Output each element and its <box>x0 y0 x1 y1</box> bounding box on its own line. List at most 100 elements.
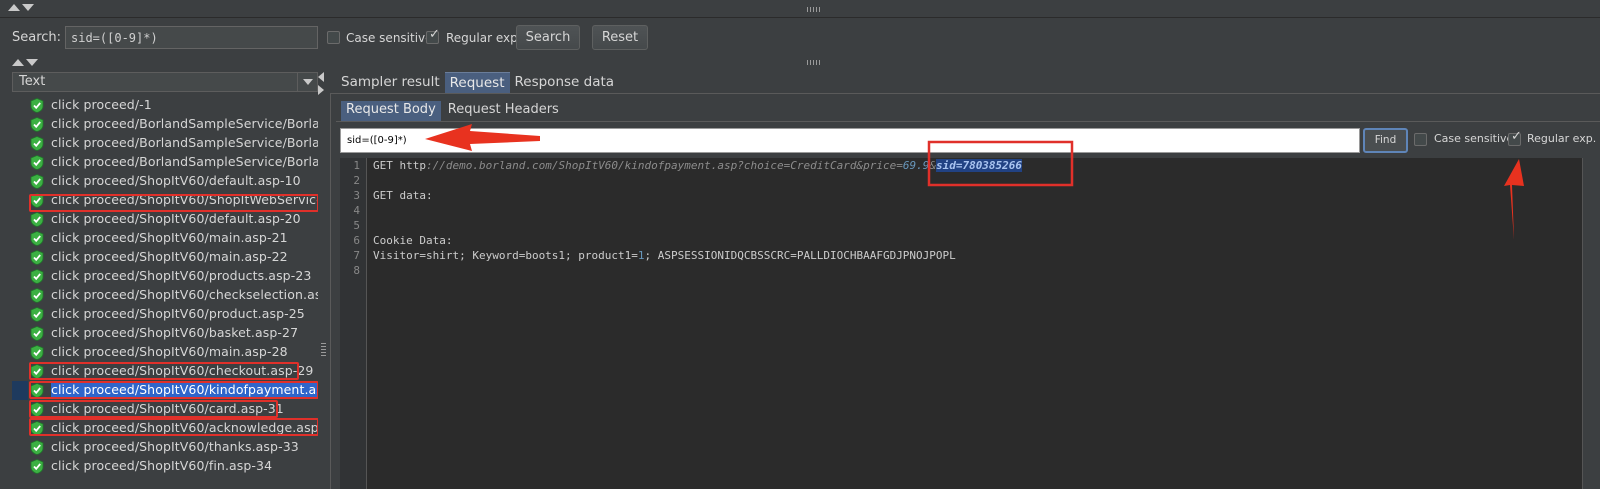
tab-request-headers[interactable]: Request Headers <box>443 101 564 121</box>
renderer-select[interactable]: Text <box>12 72 318 92</box>
collapse-arrows-2[interactable] <box>12 59 38 66</box>
search-button[interactable]: Search <box>516 25 580 50</box>
success-shield-icon <box>30 212 44 227</box>
url-path: ://demo.borland.com/ShopItV60/kindofpaym… <box>426 159 903 172</box>
vertical-splitter[interactable] <box>318 70 326 489</box>
success-shield-icon <box>30 307 44 322</box>
annotation-box <box>29 400 278 418</box>
collapse-up-icon[interactable] <box>8 4 20 11</box>
find-button[interactable]: Find <box>1363 128 1408 153</box>
regex-checkbox[interactable]: ✓ <box>426 27 440 44</box>
tree-item[interactable]: click proceed/BorlandSampleService/Borla… <box>12 153 318 172</box>
success-shield-icon <box>30 250 44 265</box>
line-number-gutter: 1 2 3 4 5 6 7 8 <box>340 158 367 489</box>
tree-item[interactable]: click proceed/-1 <box>12 96 318 115</box>
tree-item-label: click proceed/BorlandSampleService/Borla… <box>51 116 318 131</box>
regex-label: Regular exp. <box>446 31 522 45</box>
annotation-box <box>29 381 319 399</box>
tree-item[interactable]: click proceed/ShopItV60/main.asp-22 <box>12 248 318 267</box>
case-sensitive-label: Case sensitive <box>346 31 433 45</box>
search-input[interactable] <box>65 26 318 49</box>
tree-item-label: click proceed/ShopItV60/thanks.asp-33 <box>51 439 299 454</box>
tree-item[interactable]: click proceed/ShopItV60/product.asp-25 <box>12 305 318 324</box>
line-number: 7 <box>353 249 360 262</box>
vertical-scrollbar[interactable] <box>1582 158 1600 489</box>
success-shield-icon <box>30 326 44 341</box>
tree-item-label: click proceed/ShopItV60/main.asp-22 <box>51 249 288 264</box>
tree-item-label: click proceed/ShopItV60/fin.asp-34 <box>51 458 273 473</box>
code-line-6: Cookie Data: <box>373 234 453 247</box>
tab-request[interactable]: Request <box>444 72 510 93</box>
tab-response-data[interactable]: Response data <box>510 72 620 93</box>
find-regex-label: Regular exp. <box>1527 132 1597 145</box>
tree-item[interactable]: click proceed/ShopItV60/thanks.asp-33 <box>12 438 318 457</box>
side-collapse-arrows[interactable] <box>318 72 324 95</box>
cookie-number: 1 <box>637 249 645 262</box>
renderer-selected-value: Text <box>19 74 46 89</box>
annotation-box <box>29 418 319 436</box>
tab-request-body[interactable]: Request Body <box>341 101 441 121</box>
case-sensitive-checkbox[interactable] <box>327 31 340 44</box>
find-input[interactable] <box>340 128 1360 153</box>
collapse-left-icon[interactable] <box>318 72 324 82</box>
url-scheme: http <box>399 159 427 172</box>
splitter-grip-icon[interactable] <box>807 60 821 65</box>
line-number: 2 <box>353 174 360 187</box>
success-shield-icon <box>30 269 44 284</box>
request-body-editor[interactable]: 1 2 3 4 5 6 7 8 GET http://demo.borland.… <box>340 158 1582 489</box>
reset-button[interactable]: Reset <box>592 25 648 50</box>
tree-item[interactable]: click proceed/ShopItV60/products.asp-23 <box>12 267 318 286</box>
find-case-sensitive-checkbox[interactable] <box>1414 133 1427 146</box>
line-number: 4 <box>353 204 360 217</box>
success-shield-icon <box>30 136 44 151</box>
success-shield-icon <box>30 117 44 132</box>
tree-item[interactable]: click proceed/ShopItV60/default.asp-20 <box>12 210 318 229</box>
selection-marker <box>12 381 28 400</box>
tree-item[interactable]: click proceed/BorlandSampleService/Borla… <box>12 115 318 134</box>
tree-item-label: click proceed/ShopItV60/checkselection.a… <box>51 287 318 302</box>
chevron-down-icon[interactable] <box>297 73 317 91</box>
top-splitter[interactable] <box>0 0 1600 18</box>
tree-item-label: click proceed/BorlandSampleService/Borla… <box>51 154 318 169</box>
splitter-grip-icon[interactable] <box>807 7 821 12</box>
tab-sampler-result[interactable]: Sampler result <box>336 72 445 93</box>
view-tabs: Sampler result Request Response data <box>336 72 619 94</box>
annotation-box <box>29 362 299 380</box>
collapse-down-icon[interactable] <box>22 4 34 11</box>
success-shield-icon <box>30 98 44 113</box>
tree-item[interactable]: click proceed/ShopItV60/checkselection.a… <box>12 286 318 305</box>
code-line-3: GET data: <box>373 189 433 202</box>
tree-item[interactable]: click proceed/ShopItV60/main.asp-28 <box>12 343 318 362</box>
tree-item-label: click proceed/-1 <box>51 97 152 112</box>
tree-item[interactable]: click proceed/ShopItV60/main.asp-21 <box>12 229 318 248</box>
collapse-right-icon[interactable] <box>318 85 324 95</box>
tree-item[interactable]: click proceed/ShopItV60/fin.asp-34 <box>12 457 318 476</box>
tree-item-label: click proceed/ShopItV60/basket.asp-27 <box>51 325 299 340</box>
code-area[interactable]: GET http://demo.borland.com/ShopItV60/ki… <box>367 158 1582 489</box>
collapse-up-icon[interactable] <box>12 59 24 66</box>
collapse-arrows[interactable] <box>8 4 34 11</box>
tree-item-label: click proceed/ShopItV60/default.asp-20 <box>51 211 301 226</box>
collapse-down-icon[interactable] <box>26 59 38 66</box>
code-line-1: GET http://demo.borland.com/ShopItV60/ki… <box>373 159 1023 172</box>
checkmark-icon: ✓ <box>429 27 440 42</box>
tree-item-label: click proceed/BorlandSampleService/Borla… <box>51 135 318 150</box>
tree-item[interactable]: click proceed/BorlandSampleService/Borla… <box>12 134 318 153</box>
splitter-grip-icon[interactable] <box>321 343 326 357</box>
success-shield-icon <box>30 231 44 246</box>
tree-item[interactable]: click proceed/ShopItV60/default.asp-10 <box>12 172 318 191</box>
line-number: 1 <box>353 159 360 172</box>
tree-item-label: click proceed/ShopItV60/product.asp-25 <box>51 306 305 321</box>
find-regex-checkbox[interactable]: ✓ <box>1508 130 1522 146</box>
success-shield-icon <box>30 288 44 303</box>
success-shield-icon <box>30 155 44 170</box>
line-number: 6 <box>353 234 360 247</box>
url-amp: & <box>929 159 936 172</box>
tree-item-label: click proceed/ShopItV60/products.asp-23 <box>51 268 312 283</box>
cookie-part: Visitor=shirt; Keyword=boots1; product1= <box>373 249 638 262</box>
line-number: 8 <box>353 264 360 277</box>
tree-item[interactable]: click proceed/ShopItV60/basket.asp-27 <box>12 324 318 343</box>
tree-item-label: click proceed/ShopItV60/main.asp-21 <box>51 230 288 245</box>
success-shield-icon <box>30 174 44 189</box>
tree-item-label: click proceed/ShopItV60/main.asp-28 <box>51 344 288 359</box>
